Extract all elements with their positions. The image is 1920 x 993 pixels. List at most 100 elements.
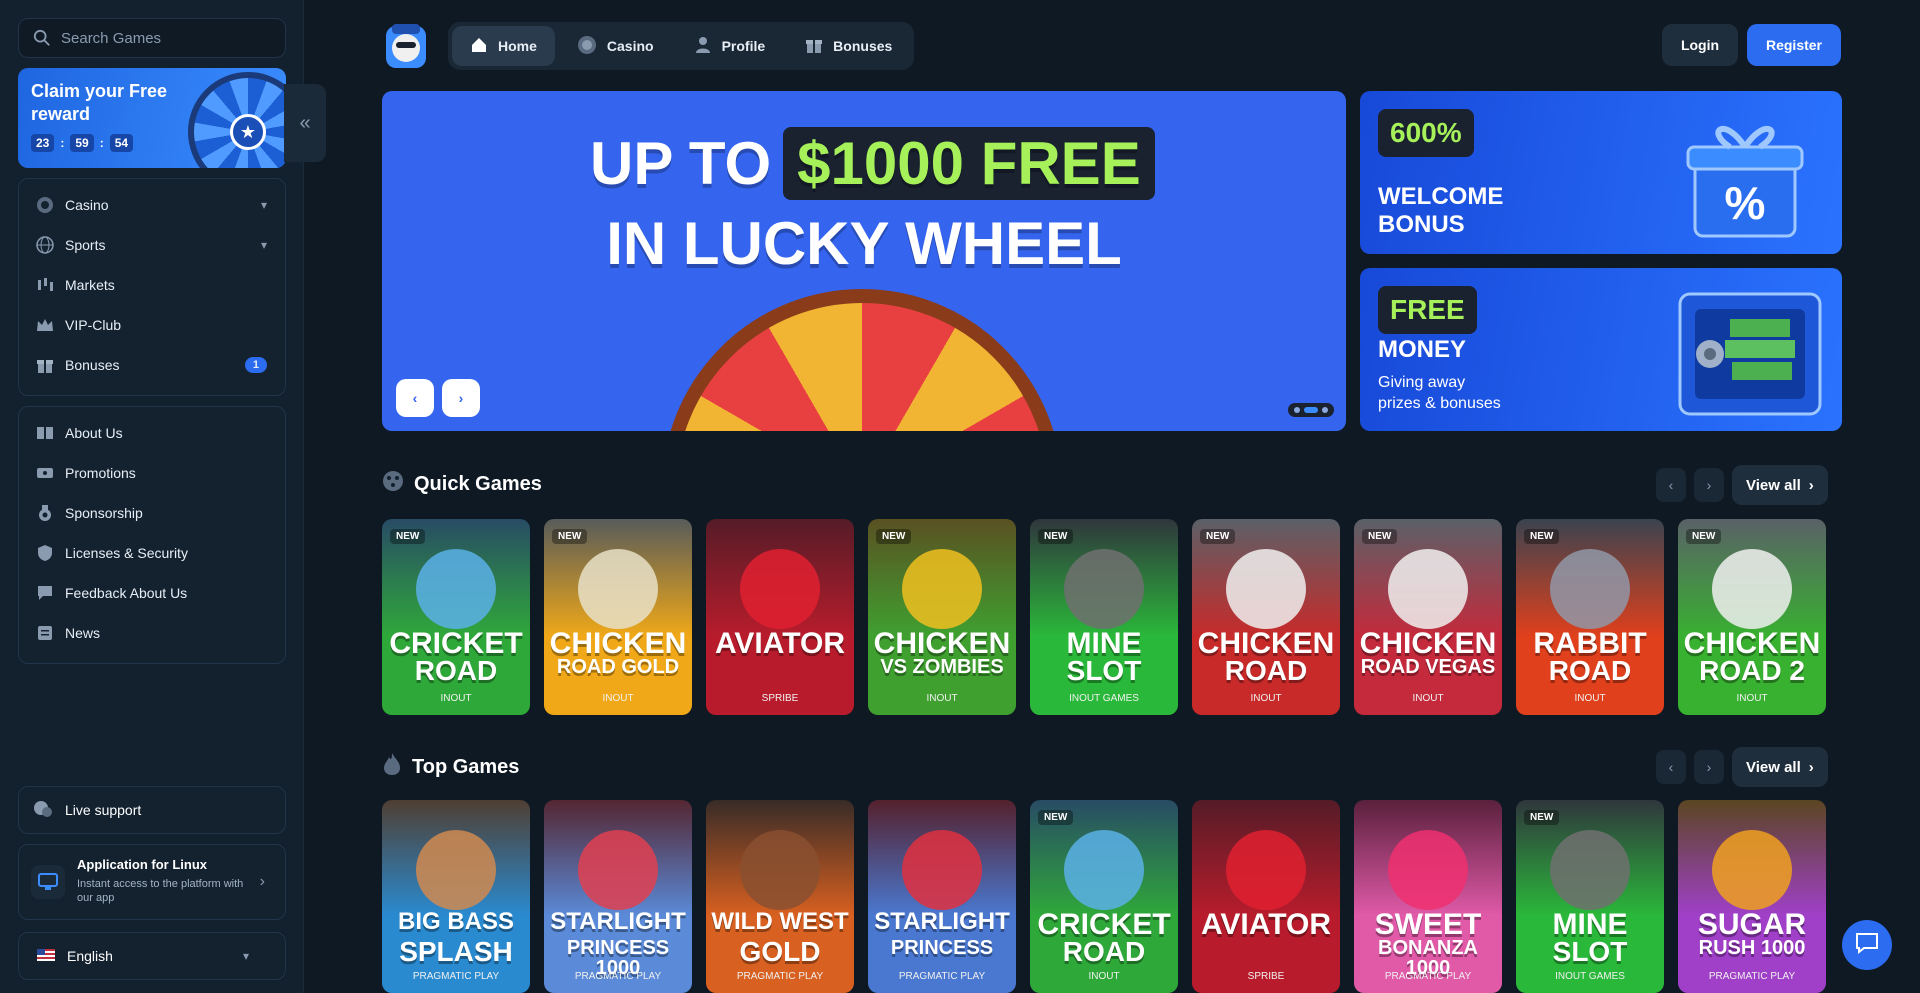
game-provider: PRAGMATIC PLAY — [412, 971, 500, 982]
carousel-dot-active[interactable] — [1304, 407, 1318, 413]
app-download-card[interactable]: Application for Linux Instant access to … — [18, 844, 286, 920]
hero-banner[interactable]: UP TO $1000 FREE IN LUCKY WHEEL ‹ › — [382, 91, 1346, 431]
top-prev-button[interactable]: ‹ — [1656, 750, 1686, 784]
carousel-dots[interactable] — [1288, 403, 1334, 417]
reward-timer: 23 : 59 : 54 — [31, 134, 134, 152]
sidebar-item-sponsorship[interactable]: Sponsorship — [19, 493, 285, 533]
game-art — [1064, 830, 1144, 910]
sidebar-item-promotions[interactable]: Promotions — [19, 453, 285, 493]
section-title: Top Games — [412, 755, 520, 778]
game-provider: PRAGMATIC PLAY — [574, 971, 662, 982]
sidebar-item-about[interactable]: About Us — [19, 413, 285, 453]
sidebar-item-casino[interactable]: Casino ▾ — [19, 185, 285, 225]
game-card[interactable]: NEW CHICKEN ROAD 2 INOUT — [1678, 519, 1826, 715]
tab-profile[interactable]: Profile — [676, 26, 784, 66]
new-badge: NEW — [1686, 529, 1722, 544]
sidebar-item-sports[interactable]: Sports ▾ — [19, 225, 285, 265]
sidebar-item-licenses[interactable]: Licenses & Security — [19, 533, 285, 573]
quick-next-button[interactable]: › — [1694, 468, 1724, 502]
hero-subheadline: IN LUCKY WHEEL — [606, 210, 1122, 277]
sidebar-item-news[interactable]: News — [19, 613, 285, 653]
game-card[interactable]: NEW CHICKEN ROAD VEGAS INOUT — [1354, 519, 1502, 715]
carousel-dot[interactable] — [1322, 407, 1328, 413]
sidebar-item-label: Promotions — [65, 465, 136, 481]
chevron-down-icon: ▾ — [242, 949, 249, 963]
tab-label: Bonuses — [833, 38, 893, 54]
game-card[interactable]: NEW CRICKET ROAD INOUT — [1030, 800, 1178, 993]
game-title-line2: ROAD — [414, 655, 498, 686]
game-title-line2: ROAD — [1062, 936, 1146, 967]
game-art — [578, 549, 658, 629]
game-card[interactable]: SUGAR RUSH 1000 PRAGMATIC PLAY — [1678, 800, 1826, 993]
game-card[interactable]: NEW MINE SLOT INOUT GAMES — [1030, 519, 1178, 715]
game-card[interactable]: NEW CHICKEN ROAD INOUT — [1192, 519, 1340, 715]
game-art — [902, 549, 982, 629]
shield-icon — [35, 543, 55, 563]
hero-prev-button[interactable]: ‹ — [396, 379, 434, 417]
timer-sep: : — [99, 136, 104, 150]
view-all-label: View all — [1746, 476, 1801, 494]
game-art — [1550, 549, 1630, 629]
game-card[interactable]: AVIATOR SPRIBE — [706, 519, 854, 715]
game-card[interactable]: NEW MINE SLOT INOUT GAMES — [1516, 800, 1664, 993]
game-card[interactable]: NEW RABBIT ROAD INOUT — [1516, 519, 1664, 715]
game-provider: INOUT — [1736, 693, 1768, 704]
collapse-sidebar-button[interactable]: « — [284, 84, 326, 162]
free-pill: FREE — [1378, 286, 1477, 334]
game-card[interactable]: STARLIGHT PRINCESS PRAGMATIC PLAY — [868, 800, 1016, 993]
game-card[interactable]: NEW CHICKEN ROAD GOLD INOUT — [544, 519, 692, 715]
chevron-right-icon: › — [259, 873, 265, 890]
game-title-line1: SUGAR — [1697, 908, 1807, 941]
register-button[interactable]: Register — [1747, 24, 1841, 66]
game-card[interactable]: AVIATOR SPRIBE — [1192, 800, 1340, 993]
quick-view-all-button[interactable]: View all › — [1732, 465, 1828, 505]
game-art — [740, 830, 820, 910]
game-card[interactable]: BIG BASS SPLASH PRAGMATIC PLAY — [382, 800, 530, 993]
us-flag-icon — [37, 948, 55, 964]
claim-reward-banner[interactable]: Claim your Free reward 23 : 59 : 54 ★ — [18, 68, 286, 168]
live-support-button[interactable]: Live support — [18, 786, 286, 834]
game-card[interactable]: WILD WEST GOLD PRAGMATIC PLAY — [706, 800, 854, 993]
promo-sub-line1: Giving away — [1378, 374, 1466, 391]
game-art — [1226, 549, 1306, 629]
top-next-button[interactable]: › — [1694, 750, 1724, 784]
promo-title-line2: BONUS — [1378, 211, 1465, 238]
welcome-bonus-card[interactable]: 600% WELCOME BONUS % — [1360, 91, 1842, 254]
new-badge: NEW — [1524, 529, 1560, 544]
carousel-dot[interactable] — [1294, 407, 1300, 413]
quick-prev-button[interactable]: ‹ — [1656, 468, 1686, 502]
login-button[interactable]: Login — [1662, 24, 1738, 66]
sidebar-item-markets[interactable]: Markets — [19, 265, 285, 305]
sidebar-item-feedback[interactable]: Feedback About Us — [19, 573, 285, 613]
game-provider: INOUT — [1088, 971, 1120, 982]
top-view-all-button[interactable]: View all › — [1732, 747, 1828, 787]
sidebar-item-label: Markets — [65, 277, 115, 293]
feedback-icon — [35, 583, 55, 603]
monitor-icon — [31, 865, 65, 899]
timer-minutes: 59 — [70, 134, 94, 152]
sidebar-item-vip[interactable]: VIP-Club — [19, 305, 285, 345]
tab-home[interactable]: Home — [452, 26, 555, 66]
chevron-down-icon: ▾ — [260, 198, 267, 212]
game-title-line2: SLOT — [1552, 936, 1628, 967]
game-title-line2: ROAD GOLD — [556, 656, 680, 678]
game-card[interactable]: NEW CRICKET ROAD INOUT — [382, 519, 530, 715]
game-card[interactable]: NEW CHICKEN VS ZOMBIES INOUT — [868, 519, 1016, 715]
sidebar-item-bonuses[interactable]: Bonuses 1 — [19, 345, 285, 385]
timer-sep: : — [60, 136, 65, 150]
site-logo[interactable] — [384, 22, 428, 70]
free-money-card[interactable]: FREE MONEY Giving away prizes & bonuses — [1360, 268, 1842, 431]
chat-launcher-button[interactable] — [1842, 920, 1892, 970]
hero-next-button[interactable]: › — [442, 379, 480, 417]
new-badge: NEW — [552, 529, 588, 544]
tab-bonuses[interactable]: Bonuses — [787, 26, 910, 66]
tab-casino[interactable]: Casino — [559, 26, 672, 66]
game-card[interactable]: STARLIGHT PRINCESS 1000 PRAGMATIC PLAY — [544, 800, 692, 993]
game-provider: INOUT — [440, 693, 472, 704]
language-selector[interactable]: English ▾ — [18, 932, 286, 980]
game-card[interactable]: SWEET BONANZA 1000 PRAGMATIC PLAY — [1354, 800, 1502, 993]
game-art — [1064, 549, 1144, 629]
candles-icon — [35, 275, 55, 295]
game-art — [1712, 830, 1792, 910]
search-bar[interactable]: Search Games — [18, 18, 286, 58]
